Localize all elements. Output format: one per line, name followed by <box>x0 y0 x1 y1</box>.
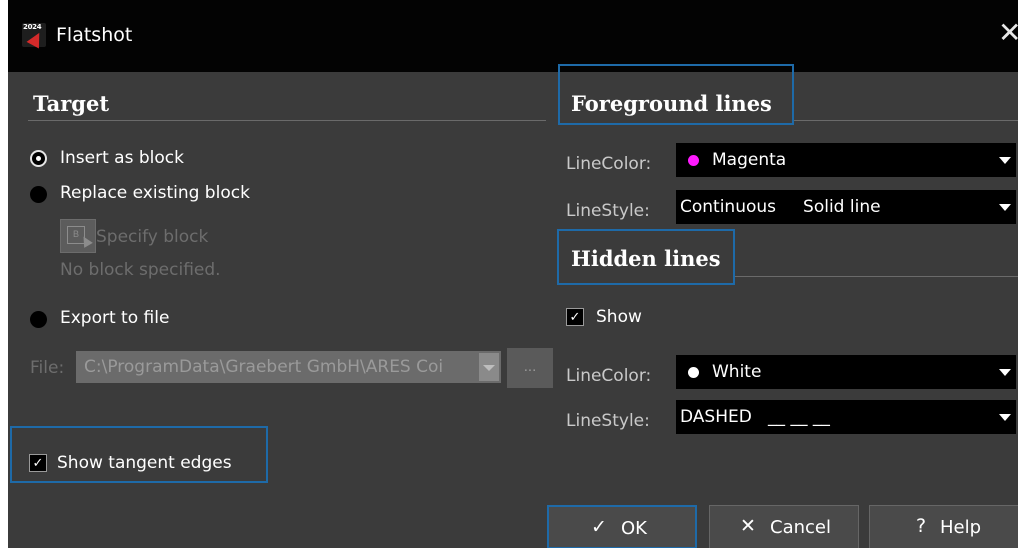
export-to-file-radio[interactable] <box>30 311 47 328</box>
help-label: Help <box>940 517 982 538</box>
foreground-linecolor-label: LineColor: <box>566 154 652 174</box>
replace-existing-block-radio[interactable] <box>30 186 47 203</box>
foreground-linestyle-label: LineStyle: <box>566 201 650 221</box>
foreground-lines-heading: Foreground lines <box>571 91 772 116</box>
help-icon: ? <box>916 515 927 537</box>
foreground-linestyle-dropdown[interactable]: Continuous Solid line <box>676 190 1016 224</box>
target-heading: Target <box>33 91 110 116</box>
file-path-value: C:\ProgramData\Graebert GmbH\ARES Coi <box>84 357 444 377</box>
window-title: Flatshot <box>56 24 133 46</box>
flatshot-dialog: 2024 Flatshot ✕ Target Insert as block R… <box>8 0 1018 548</box>
show-tangent-edges-label[interactable]: Show tangent edges <box>57 453 232 473</box>
hidden-linestyle-value: DASHED __ __ __ <box>680 407 830 427</box>
foreground-divider <box>794 120 1018 121</box>
chevron-down-icon <box>999 204 1011 211</box>
file-label: File: <box>30 358 65 378</box>
cancel-button[interactable]: ✕ Cancel <box>709 505 859 548</box>
browse-button[interactable]: ... <box>507 348 553 388</box>
foreground-linestyle-value: Continuous Solid line <box>680 197 881 217</box>
show-hidden-lines-label[interactable]: Show <box>596 307 642 327</box>
hidden-linecolor-dropdown[interactable]: White <box>676 355 1016 389</box>
hidden-linestyle-dropdown[interactable]: DASHED __ __ __ <box>676 400 1016 434</box>
help-button[interactable]: ? Help <box>869 505 1018 548</box>
chevron-down-icon <box>999 369 1011 376</box>
hidden-lines-heading: Hidden lines <box>571 246 721 271</box>
foreground-linecolor-value: Magenta <box>712 150 787 170</box>
hidden-divider <box>735 276 1018 277</box>
specify-block-icon[interactable]: B <box>60 219 96 253</box>
checkmark-icon: ✓ <box>591 516 607 538</box>
ok-label: OK <box>621 518 647 539</box>
file-path-combobox[interactable]: C:\ProgramData\Graebert GmbH\ARES Coi <box>76 351 501 383</box>
chevron-down-icon <box>999 157 1011 164</box>
insert-as-block-radio[interactable] <box>30 150 47 167</box>
title-bar: 2024 Flatshot ✕ <box>8 0 1018 72</box>
ok-button[interactable]: ✓ OK <box>547 505 697 548</box>
white-swatch-icon <box>688 367 699 378</box>
insert-as-block-label[interactable]: Insert as block <box>60 148 184 168</box>
specify-block-label[interactable]: Specify block <box>96 227 208 247</box>
replace-existing-block-label[interactable]: Replace existing block <box>60 183 250 203</box>
magenta-swatch-icon <box>688 155 699 166</box>
hidden-linestyle-label: LineStyle: <box>566 411 650 431</box>
hidden-linecolor-value: White <box>712 362 762 382</box>
export-to-file-label[interactable]: Export to file <box>60 308 169 328</box>
close-icon[interactable]: ✕ <box>998 18 1018 48</box>
show-hidden-lines-checkbox[interactable]: ✓ <box>566 308 584 326</box>
target-divider <box>28 120 546 121</box>
foreground-linecolor-dropdown[interactable]: Magenta <box>676 143 1016 177</box>
cancel-x-icon: ✕ <box>740 515 756 537</box>
file-dropdown-chevron-icon[interactable] <box>479 353 499 381</box>
chevron-down-icon <box>999 414 1011 421</box>
cancel-label: Cancel <box>770 517 831 538</box>
app-logo-icon: 2024 <box>22 23 46 49</box>
no-block-status: No block specified. <box>60 260 221 280</box>
show-tangent-edges-checkbox[interactable]: ✓ <box>29 454 47 472</box>
hidden-linecolor-label: LineColor: <box>566 366 652 386</box>
